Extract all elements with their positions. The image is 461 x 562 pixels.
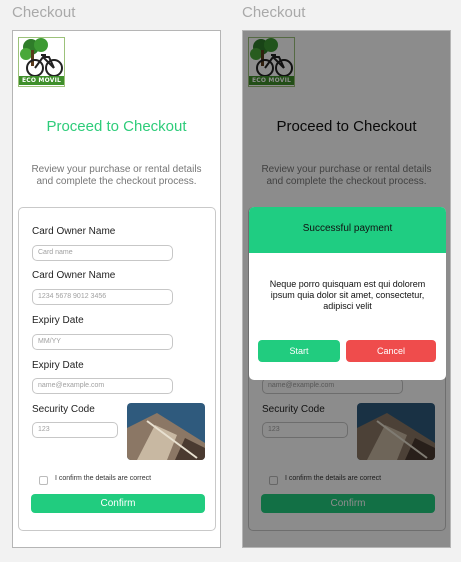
start-button[interactable]: Start	[258, 340, 340, 362]
frame-title: Checkout	[12, 4, 76, 21]
card-owner-label: Card Owner Name	[32, 226, 116, 237]
card-photo	[127, 403, 205, 460]
card-owner-label: Card Owner Name	[32, 270, 116, 281]
expiry-date-label: Expiry Date	[32, 360, 84, 371]
frame-title: Checkout	[242, 4, 306, 21]
checkout-screen: ECO MOVIL Proceed to Checkout Review you…	[12, 30, 221, 548]
cancel-button[interactable]: Cancel	[346, 340, 436, 362]
expiry-date-input[interactable]: MM/YY	[32, 334, 173, 350]
modal-title: Successful payment	[249, 207, 446, 253]
checkout-screen-with-modal: ECO MOVIL Proceed to Checkout Review you…	[242, 30, 451, 548]
expiry-date-label: Expiry Date	[32, 315, 84, 326]
payment-form-card: Card Owner Name Card name Card Owner Nam…	[18, 207, 216, 531]
card-number-input[interactable]: 1234 5678 9012 3456	[32, 289, 173, 305]
security-code-label: Security Code	[32, 404, 95, 415]
card-name-input[interactable]: Card name	[32, 245, 173, 261]
page-title: Proceed to Checkout	[46, 118, 187, 135]
security-code-input[interactable]: 123	[32, 422, 118, 438]
email-input[interactable]: name@example.com	[32, 378, 173, 394]
modal-message: Neque porro quisquam est qui dolorem ips…	[269, 279, 426, 311]
confirm-button[interactable]: Confirm	[31, 494, 205, 513]
eco-movil-logo: ECO MOVIL	[18, 37, 65, 87]
page-subtitle: Review your purchase or rental details a…	[31, 164, 202, 187]
success-modal: Successful payment Neque porro quisquam …	[249, 207, 446, 380]
confirm-checkbox[interactable]	[39, 476, 48, 485]
confirm-checkbox-label: I confirm the details are correct	[55, 475, 152, 482]
